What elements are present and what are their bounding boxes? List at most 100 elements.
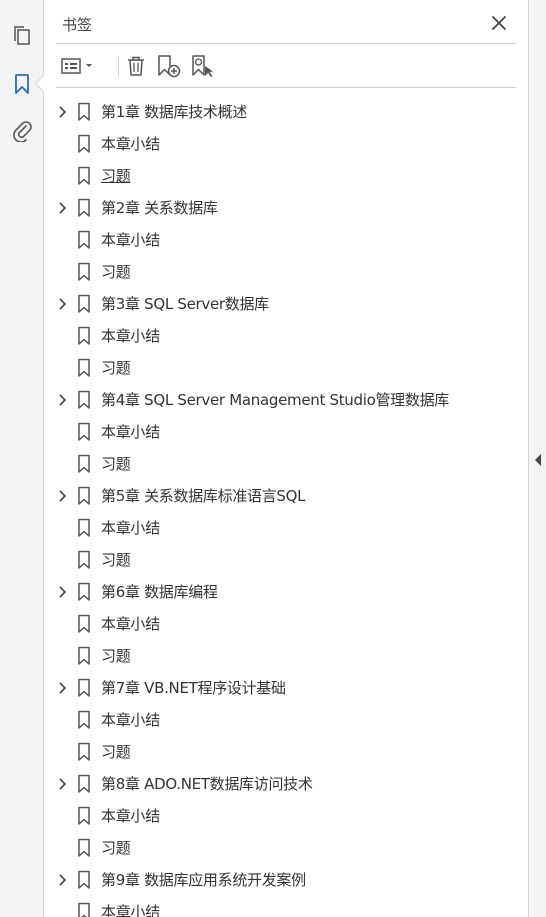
bookmark-label[interactable]: 本章小结 [101, 517, 160, 539]
panel-title: 书签 [62, 16, 93, 34]
new-bookmark-icon[interactable] [156, 54, 182, 78]
bookmark-icon [77, 582, 91, 602]
toolbar-divider [118, 56, 119, 76]
bookmark-icon [77, 678, 91, 698]
attachment-icon[interactable] [8, 116, 36, 144]
bookmark-item[interactable]: 习题 [56, 544, 504, 576]
bookmark-icon [77, 102, 91, 122]
bookmark-item[interactable]: 习题 [56, 448, 504, 480]
bookmark-icon [77, 422, 91, 442]
bookmark-icon [77, 774, 91, 794]
bookmark-label[interactable]: 习题 [101, 549, 131, 571]
bookmark-label[interactable]: 习题 [101, 165, 131, 187]
bookmark-label[interactable]: 第7章 VB.NET程序设计基础 [101, 677, 286, 699]
chevron-right-icon[interactable] [58, 585, 68, 599]
bookmark-item[interactable]: 本章小结 [56, 512, 504, 544]
bookmark-icon [77, 902, 91, 917]
bookmark-icon [77, 358, 91, 378]
bookmark-item[interactable]: 第3章 SQL Server数据库 [56, 288, 504, 320]
bookmark-label[interactable]: 本章小结 [101, 805, 160, 827]
bookmark-item[interactable]: 习题 [56, 352, 504, 384]
chevron-right-icon[interactable] [58, 489, 68, 503]
bookmark-item[interactable]: 本章小结 [56, 704, 504, 736]
bookmark-item[interactable]: 第4章 SQL Server Management Studio管理数据库 [56, 384, 504, 416]
bookmark-icon[interactable] [8, 70, 36, 98]
bookmark-item[interactable]: 第9章 数据库应用系统开发案例 [56, 864, 504, 896]
bookmark-item[interactable]: 第2章 关系数据库 [56, 192, 504, 224]
bookmark-item[interactable]: 本章小结 [56, 320, 504, 352]
bookmark-label[interactable]: 习题 [101, 741, 131, 763]
bookmark-icon [77, 486, 91, 506]
bookmark-label[interactable]: 本章小结 [101, 901, 160, 917]
chevron-right-icon[interactable] [58, 777, 68, 791]
bookmark-label[interactable]: 第5章 关系数据库标准语言SQL [101, 485, 306, 507]
chevron-right-icon[interactable] [58, 681, 68, 695]
bookmark-item[interactable]: 第1章 数据库技术概述 [56, 96, 504, 128]
bookmark-label[interactable]: 第6章 数据库编程 [101, 581, 218, 603]
navigation-rail [0, 0, 44, 917]
bookmark-label[interactable]: 本章小结 [101, 613, 160, 635]
close-icon[interactable] [488, 12, 510, 34]
bookmark-item[interactable]: 本章小结 [56, 224, 504, 256]
bookmark-item[interactable]: 第5章 关系数据库标准语言SQL [56, 480, 504, 512]
chevron-right-icon[interactable] [58, 873, 68, 887]
bookmark-icon [77, 262, 91, 282]
chevron-right-icon[interactable] [58, 393, 68, 407]
bookmark-label[interactable]: 第1章 数据库技术概述 [101, 101, 247, 123]
bookmark-label[interactable]: 本章小结 [101, 325, 160, 347]
collapse-panel-icon[interactable] [534, 452, 542, 466]
bookmark-label[interactable]: 习题 [101, 645, 131, 667]
bookmark-label[interactable]: 习题 [101, 837, 131, 859]
bookmark-label[interactable]: 习题 [101, 453, 131, 475]
bookmark-label[interactable]: 本章小结 [101, 709, 160, 731]
bookmark-item[interactable]: 习题 [56, 160, 504, 192]
list-options-icon[interactable] [60, 54, 96, 78]
bookmark-icon [77, 710, 91, 730]
bookmark-item[interactable]: 本章小结 [56, 608, 504, 640]
bookmark-icon [77, 742, 91, 762]
bookmark-label[interactable]: 第4章 SQL Server Management Studio管理数据库 [101, 389, 449, 411]
bookmark-label[interactable]: 第9章 数据库应用系统开发案例 [101, 869, 306, 891]
bookmark-label[interactable]: 第8章 ADO.NET数据库访问技术 [101, 773, 313, 795]
bookmark-label[interactable]: 本章小结 [101, 421, 160, 443]
bookmarks-toolbar [56, 44, 516, 88]
bookmark-icon [77, 518, 91, 538]
bookmark-item[interactable]: 第7章 VB.NET程序设计基础 [56, 672, 504, 704]
bookmark-label[interactable]: 第2章 关系数据库 [101, 197, 218, 219]
bookmark-icon [77, 326, 91, 346]
bookmark-item[interactable]: 第6章 数据库编程 [56, 576, 504, 608]
panel-header: 书签 [56, 8, 516, 44]
bookmark-item[interactable]: 本章小结 [56, 128, 504, 160]
trash-icon[interactable] [124, 54, 148, 78]
bookmark-item[interactable]: 本章小结 [56, 800, 504, 832]
bookmark-icon [77, 646, 91, 666]
chevron-right-icon[interactable] [58, 105, 68, 119]
chevron-right-icon[interactable] [58, 201, 68, 215]
bookmark-label[interactable]: 本章小结 [101, 229, 160, 251]
bookmark-item[interactable]: 习题 [56, 256, 504, 288]
bookmark-item[interactable]: 习题 [56, 736, 504, 768]
bookmark-icon [77, 806, 91, 826]
chevron-right-icon[interactable] [58, 297, 68, 311]
bookmark-label[interactable]: 第3章 SQL Server数据库 [101, 293, 269, 315]
bookmark-icon [77, 166, 91, 186]
bookmark-icon [77, 614, 91, 634]
pages-icon[interactable] [8, 22, 36, 50]
bookmark-icon [77, 838, 91, 858]
bookmark-item[interactable]: 第8章 ADO.NET数据库访问技术 [56, 768, 504, 800]
bookmark-item[interactable]: 习题 [56, 832, 504, 864]
bookmark-item[interactable]: 本章小结 [56, 896, 504, 917]
bookmark-label[interactable]: 本章小结 [101, 133, 160, 155]
bookmark-icon [77, 870, 91, 890]
bookmark-icon [77, 390, 91, 410]
bookmark-icon [77, 230, 91, 250]
bookmark-label[interactable]: 习题 [101, 357, 131, 379]
bookmark-item[interactable]: 习题 [56, 640, 504, 672]
bookmark-icon [77, 550, 91, 570]
bookmark-tree: 第1章 数据库技术概述 本章小结 习题 第2章 关系数据库 本章小结 习题 第3章 SQL … [56, 96, 504, 917]
bookmarks-panel: 书签 第1章 数据库技术概述 本章小结 习题 第2章 关系数据库 本章小结 习题… [44, 0, 528, 917]
bookmark-item[interactable]: 本章小结 [56, 416, 504, 448]
bookmark-find-icon[interactable] [190, 54, 216, 78]
bookmark-label[interactable]: 习题 [101, 261, 131, 283]
bookmark-icon [77, 198, 91, 218]
